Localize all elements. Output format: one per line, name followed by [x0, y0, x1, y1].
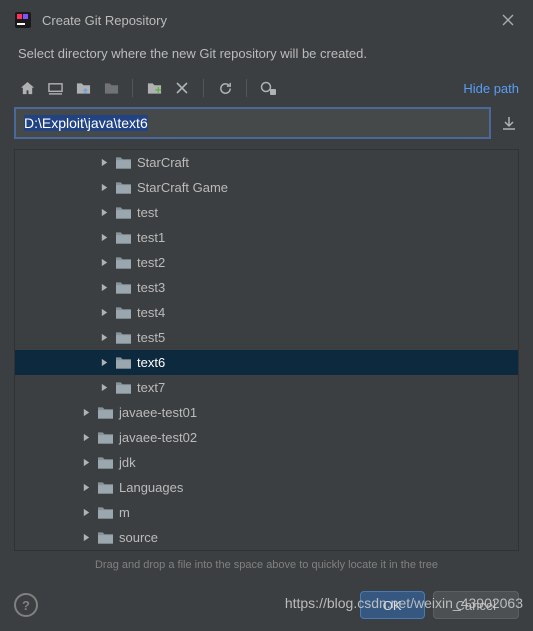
refresh-icon[interactable]	[212, 75, 238, 101]
tree-row-label: StarCraft	[137, 155, 189, 170]
toolbar-separator	[132, 79, 133, 97]
chevron-right-icon[interactable]	[79, 531, 93, 545]
project-root-icon[interactable]	[70, 75, 96, 101]
tree-row[interactable]: test1	[15, 225, 518, 250]
chevron-right-icon[interactable]	[97, 256, 111, 270]
chevron-right-icon[interactable]	[79, 406, 93, 420]
chevron-right-icon[interactable]	[97, 231, 111, 245]
tree-row[interactable]: StarCraft	[15, 150, 518, 175]
titlebar: Create Git Repository	[0, 0, 533, 40]
new-folder-icon[interactable]	[141, 75, 167, 101]
folder-icon	[97, 481, 113, 495]
folder-icon	[115, 381, 131, 395]
show-hidden-icon[interactable]	[255, 75, 281, 101]
chevron-right-icon[interactable]	[97, 281, 111, 295]
desktop-icon[interactable]	[42, 75, 68, 101]
folder-icon	[97, 531, 113, 545]
folder-icon	[115, 181, 131, 195]
tree-row-label: StarCraft Game	[137, 180, 228, 195]
cancel-button[interactable]: Cancel	[433, 591, 519, 619]
delete-icon[interactable]	[169, 75, 195, 101]
tree-row-label: test3	[137, 280, 165, 295]
folder-icon	[97, 456, 113, 470]
tree-row[interactable]: test2	[15, 250, 518, 275]
folder-icon	[115, 356, 131, 370]
tree-row-label: javaee-test01	[119, 405, 197, 420]
tree-row[interactable]: jdk	[15, 450, 518, 475]
dialog-subtitle: Select directory where the new Git repos…	[0, 40, 533, 75]
tree-row-label: jdk	[119, 455, 136, 470]
module-root-icon	[98, 75, 124, 101]
footer: ? OK Cancel	[14, 591, 519, 619]
chevron-right-icon[interactable]	[97, 156, 111, 170]
tree-row-label: Languages	[119, 480, 183, 495]
tree-row[interactable]: test4	[15, 300, 518, 325]
chevron-right-icon[interactable]	[97, 331, 111, 345]
chevron-right-icon[interactable]	[97, 181, 111, 195]
toolbar-separator	[246, 79, 247, 97]
tree-row-label: text7	[137, 380, 165, 395]
chevron-right-icon[interactable]	[79, 481, 93, 495]
app-logo-icon	[14, 11, 32, 29]
chevron-right-icon[interactable]	[97, 381, 111, 395]
chevron-right-icon[interactable]	[97, 356, 111, 370]
tree-row[interactable]: text7	[15, 375, 518, 400]
help-icon[interactable]: ?	[14, 593, 38, 617]
chevron-right-icon[interactable]	[97, 306, 111, 320]
save-path-icon[interactable]	[499, 113, 519, 133]
directory-tree: StarCraft StarCraft Game test test1 test2 tes…	[14, 149, 519, 551]
folder-icon	[115, 156, 131, 170]
tree-row[interactable]: test	[15, 200, 518, 225]
tree-row-label: test4	[137, 305, 165, 320]
tree-row[interactable]: test3	[15, 275, 518, 300]
folder-icon	[115, 281, 131, 295]
chevron-right-icon[interactable]	[79, 431, 93, 445]
folder-icon	[97, 431, 113, 445]
tree-row-label: m	[119, 505, 130, 520]
tree-row-label: test1	[137, 230, 165, 245]
tree-row-label: text6	[137, 355, 165, 370]
tree-row[interactable]: javaee-test01	[15, 400, 518, 425]
tree-row-label: javaee-test02	[119, 430, 197, 445]
chevron-right-icon[interactable]	[79, 456, 93, 470]
drag-drop-hint: Drag and drop a file into the space abov…	[0, 551, 533, 579]
tree-row[interactable]: StarCraft Game	[15, 175, 518, 200]
ok-button[interactable]: OK	[360, 591, 425, 619]
tree-row-label: source	[119, 530, 158, 545]
tree-row-label: test	[137, 205, 158, 220]
hide-path-link[interactable]: Hide path	[463, 81, 519, 96]
folder-icon	[115, 306, 131, 320]
folder-icon	[115, 331, 131, 345]
toolbar-separator	[203, 79, 204, 97]
chevron-right-icon[interactable]	[79, 506, 93, 520]
folder-icon	[97, 406, 113, 420]
chevron-right-icon[interactable]	[97, 206, 111, 220]
tree-row[interactable]: text6	[15, 350, 518, 375]
close-icon[interactable]	[497, 9, 519, 31]
tree-row[interactable]: Languages	[15, 475, 518, 500]
toolbar: Hide path	[0, 75, 533, 107]
tree-row[interactable]: test5	[15, 325, 518, 350]
tree-row[interactable]: javaee-test02	[15, 425, 518, 450]
tree-row[interactable]: source	[15, 525, 518, 550]
tree-row-label: test5	[137, 330, 165, 345]
folder-icon	[115, 206, 131, 220]
dialog-title: Create Git Repository	[42, 13, 167, 28]
tree-scroll[interactable]: StarCraft StarCraft Game test test1 test2 tes…	[15, 150, 518, 550]
tree-row[interactable]: m	[15, 500, 518, 525]
folder-icon	[97, 506, 113, 520]
tree-row-label: test2	[137, 255, 165, 270]
folder-icon	[115, 256, 131, 270]
folder-icon	[115, 231, 131, 245]
home-icon[interactable]	[14, 75, 40, 101]
path-input[interactable]	[14, 107, 491, 139]
path-row	[0, 107, 533, 139]
